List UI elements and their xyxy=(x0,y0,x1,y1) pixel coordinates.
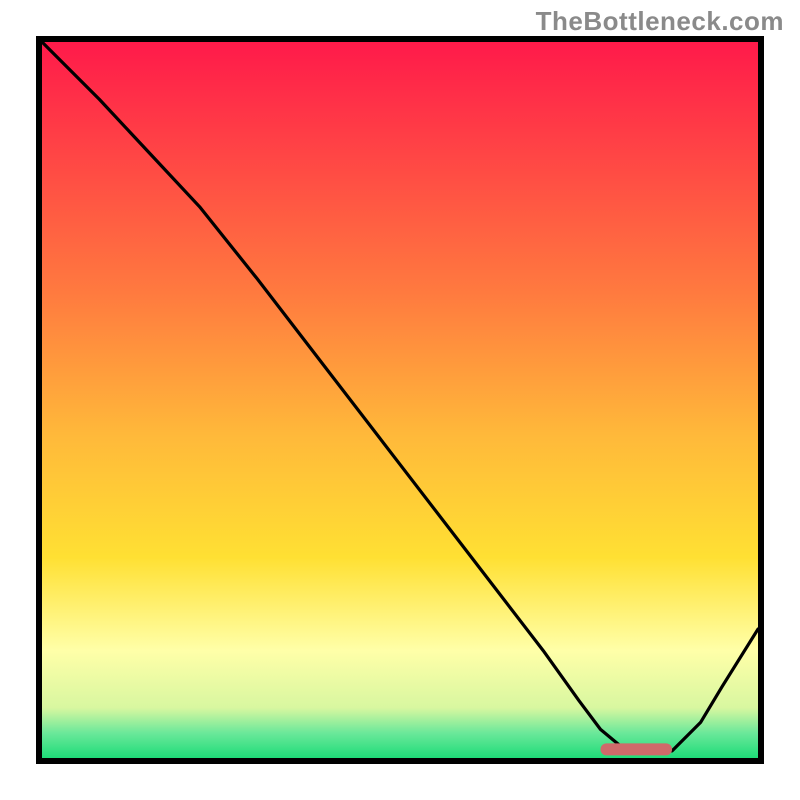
watermark-text: TheBottleneck.com xyxy=(536,6,784,37)
gradient-rect xyxy=(42,42,758,758)
chart-frame: TheBottleneck.com xyxy=(0,0,800,800)
chart-svg xyxy=(42,42,758,758)
optimal-range-marker xyxy=(600,743,672,755)
plot-area xyxy=(36,36,764,764)
